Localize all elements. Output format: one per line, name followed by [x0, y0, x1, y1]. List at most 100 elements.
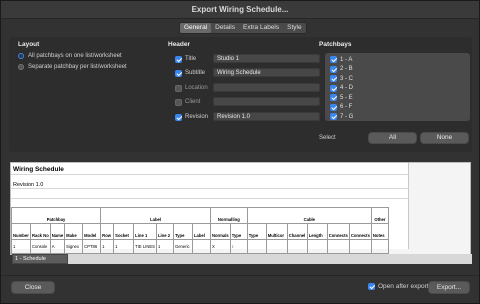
horizontal-scrollbar[interactable] [68, 254, 472, 264]
location-checkbox[interactable] [175, 84, 182, 92]
column-header: Connects [348, 223, 372, 240]
select-label: Select [319, 135, 336, 141]
column-header: Normals [209, 223, 231, 240]
patchbay-label: 1 - A [340, 56, 353, 63]
sheet-tab-schedule[interactable]: 1 - Schedule [12, 254, 68, 264]
tab-details[interactable]: Details [211, 23, 239, 33]
schedule-preview: Wiring Schedule Revision 1.0 Patchbay La… [10, 162, 472, 264]
table-cell [370, 239, 389, 254]
column-header: Name [49, 223, 66, 240]
revision-field[interactable]: Revision 1.0 [213, 112, 320, 121]
table-row: 1 Console A Signex CPT86 1 1 TIE LINES 1… [11, 239, 389, 254]
patchbay-item-1[interactable]: 1 - A [330, 56, 352, 63]
revision-checkbox[interactable] [175, 113, 182, 121]
column-header: Rack No [30, 223, 51, 240]
tab-style[interactable]: Style [283, 23, 305, 33]
table-cell: Generic [172, 239, 193, 254]
subtitle-field[interactable]: Wiring Schedule [213, 68, 320, 77]
patchbay-label: 3 - C [340, 75, 354, 82]
tab-bar: General Details Extra Labels Style [179, 22, 307, 34]
sheet-title: Wiring Schedule [13, 166, 64, 173]
table-cell [326, 239, 350, 254]
select-none-button[interactable]: None [420, 132, 469, 144]
title-field[interactable]: Studio 1 [213, 54, 320, 63]
table-cell: Console [30, 239, 51, 254]
header-section-title: Header [168, 41, 191, 48]
open-after-export-option[interactable]: Open after export [368, 283, 429, 290]
group-other: Other [370, 207, 389, 224]
column-header: Notes [370, 223, 389, 240]
gridline [11, 198, 409, 199]
group-label: Label [100, 207, 211, 224]
patchbay-list[interactable]: 1 - A 2 - B 3 - C 4 - D 5 - E 6 - F 7 - … [325, 53, 470, 121]
radio-unselected-icon[interactable] [18, 64, 24, 70]
tab-general[interactable]: General [180, 23, 212, 33]
close-button[interactable]: Close [11, 281, 55, 294]
table-cell: 1 [100, 239, 115, 254]
patchbay-label: 5 - E [340, 94, 353, 101]
table-cell [306, 239, 328, 254]
column-header: Type [246, 223, 267, 240]
settings-panel: Layout All patchbays on one list/workshe… [9, 37, 472, 152]
table-cell: A [49, 239, 66, 254]
layout-section-title: Layout [18, 41, 40, 48]
patchbay-checkbox[interactable] [330, 75, 337, 82]
group-patchbay: Patchbay [10, 207, 102, 224]
export-button[interactable]: Export... [428, 281, 470, 294]
column-header: Socket [113, 223, 135, 240]
patchbay-checkbox[interactable] [330, 113, 337, 120]
group-cable: Cable [246, 207, 372, 224]
layout-option-label: Separate patchbay per list/worksheet [28, 64, 127, 70]
table-cell [191, 239, 211, 254]
table-cell [265, 239, 288, 254]
layout-option-label: All patchbays on one list/worksheet [28, 53, 122, 59]
table-cell: Signex [64, 239, 84, 254]
patchbay-item-7[interactable]: 7 - G [330, 113, 353, 120]
open-after-export-checkbox[interactable] [368, 283, 375, 290]
patchbay-checkbox[interactable] [330, 94, 337, 101]
gridline [11, 174, 409, 175]
column-header: Channel [286, 223, 308, 240]
patchbay-item-3[interactable]: 3 - C [330, 75, 353, 82]
column-header: Type [229, 223, 248, 240]
client-checkbox[interactable] [175, 98, 182, 106]
radio-selected-icon[interactable] [18, 53, 24, 59]
layout-option-separate[interactable]: Separate patchbay per list/worksheet [18, 64, 127, 70]
table-cell: 1 [11, 239, 31, 254]
footer-divider [1, 275, 479, 276]
gridline [11, 188, 409, 189]
layout-option-single[interactable]: All patchbays on one list/worksheet [18, 53, 122, 59]
select-all-button[interactable]: All [368, 132, 417, 144]
patchbay-item-5[interactable]: 5 - E [330, 94, 353, 101]
table-cell [348, 239, 372, 254]
group-header-row: Patchbay Label Normalling Cable Other [10, 207, 389, 224]
column-header: Line 2 [155, 223, 174, 240]
column-header: Multicor [265, 223, 288, 240]
patchbay-item-2[interactable]: 2 - B [330, 65, 353, 73]
table-cell: 1 [113, 239, 135, 254]
tab-extra-labels[interactable]: Extra Labels [239, 23, 283, 33]
column-header: Row [100, 223, 115, 240]
window-title: Export Wiring Schedule... [1, 1, 479, 19]
column-header: Line 1 [133, 223, 157, 240]
patchbay-checkbox[interactable] [330, 56, 337, 63]
patchbay-item-4[interactable]: 4 - D [330, 84, 353, 92]
patchbay-checkbox[interactable] [330, 103, 337, 111]
column-header: Number [11, 223, 31, 240]
worksheet: Wiring Schedule Revision 1.0 Patchbay La… [10, 163, 409, 254]
location-field[interactable] [213, 83, 320, 92]
patchbay-label: 6 - F [340, 104, 353, 110]
client-field[interactable] [213, 97, 320, 106]
table-cell: ↕ [229, 239, 248, 254]
column-header: Make [64, 223, 84, 240]
patchbay-checkbox[interactable] [330, 84, 337, 92]
column-header: Model [82, 223, 102, 240]
table-cell: CPT86 [82, 239, 102, 254]
schedule-table: Patchbay Label Normalling Cable Other Nu… [10, 207, 389, 254]
patchbay-checkbox[interactable] [330, 65, 337, 73]
group-normalling: Normalling [209, 207, 248, 224]
subtitle-checkbox[interactable] [175, 69, 182, 77]
table-cell [246, 239, 267, 254]
title-checkbox[interactable] [175, 55, 182, 63]
patchbay-item-6[interactable]: 6 - F [330, 103, 353, 111]
